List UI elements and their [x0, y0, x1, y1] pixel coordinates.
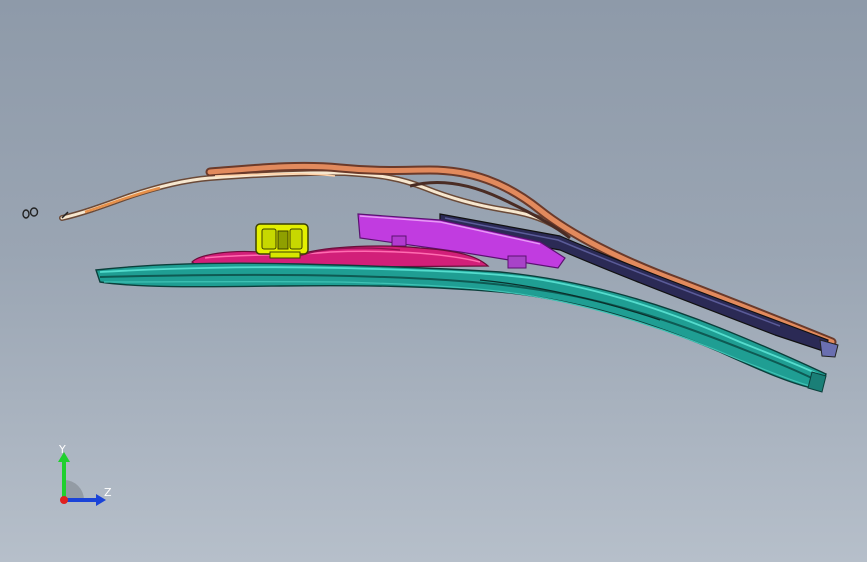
- x-axis-icon: [60, 496, 68, 504]
- graphics-viewport[interactable]: Y Z: [0, 0, 867, 562]
- orientation-triad: Y Z: [58, 443, 112, 506]
- y-axis-label: Y: [58, 443, 66, 456]
- wiper-blade-body: [95, 262, 827, 393]
- end-fitting-icon: [22, 207, 39, 219]
- connector-adapter: [255, 223, 309, 259]
- triad-plane-icon: [64, 480, 84, 500]
- z-axis-label: Z: [104, 486, 112, 499]
- wiper-model-3d[interactable]: [0, 0, 867, 562]
